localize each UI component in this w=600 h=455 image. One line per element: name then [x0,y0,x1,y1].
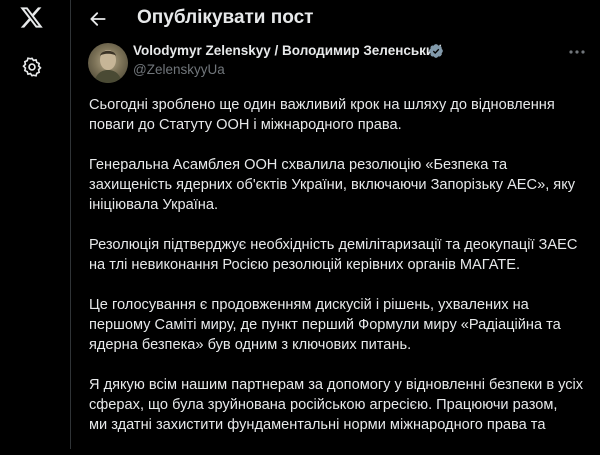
x-logo-icon[interactable] [19,5,44,30]
post-line: ми здатні захистити фундаментальні норми… [89,417,546,433]
post-line: Я дякую всім нашим партнерам за допомогу… [89,377,584,393]
post-line: поваги до Статуту ООН і міжнародного пра… [89,117,402,133]
main-column: Опублікувати пост Volodymyr Zelenskyy / … [70,0,600,449]
verified-badge-icon [429,44,443,58]
author-handle[interactable]: @ZelenskyyUa [133,62,225,77]
avatar[interactable] [88,43,128,83]
more-horizontal-icon[interactable] [567,44,587,60]
post-line: ядерна безпека» був одним з ключових пит… [89,337,412,353]
gear-icon[interactable] [21,56,43,78]
post-line: захищеність ядерних об'єктів України, вк… [89,177,576,193]
post-line: сферах, що була зруйнована російською аг… [89,397,558,413]
post-line: Генеральна Асамблея ООН схвалила резолюц… [89,157,508,173]
post-paragraph: Я дякую всім нашим партнерам за допомогу… [89,375,589,435]
post-line: першому Саміті миру, де пункт перший Фор… [89,317,561,333]
author-name[interactable]: Volodymyr Zelenskyy / Володимир Зеленськ… [133,43,443,58]
post-line: Це голосування є продовженням дискусій і… [89,297,529,313]
left-nav-rail [0,0,64,449]
post-paragraph: Сьогодні зроблено ще один важливий крок … [89,95,589,135]
post-paragraph: Це голосування є продовженням дискусій і… [89,295,589,355]
post-line: Резолюція підтверджує необхідність деміл… [89,237,578,253]
page-title: Опублікувати пост [137,7,314,28]
post-line: ініціювала Україна. [89,197,218,213]
post-body: Сьогодні зроблено ще один важливий крок … [89,95,589,455]
post-line: Сьогодні зроблено ще один важливий крок … [89,97,555,113]
post-paragraph: Резолюція підтверджує необхідність деміл… [89,235,589,275]
post-paragraph: Генеральна Асамблея ООН схвалила резолюц… [89,155,589,215]
page-header: Опублікувати пост [71,0,600,38]
post-line: на тлі невиконання Росією резолюцій кері… [89,257,521,273]
arrow-left-icon[interactable] [88,9,108,29]
